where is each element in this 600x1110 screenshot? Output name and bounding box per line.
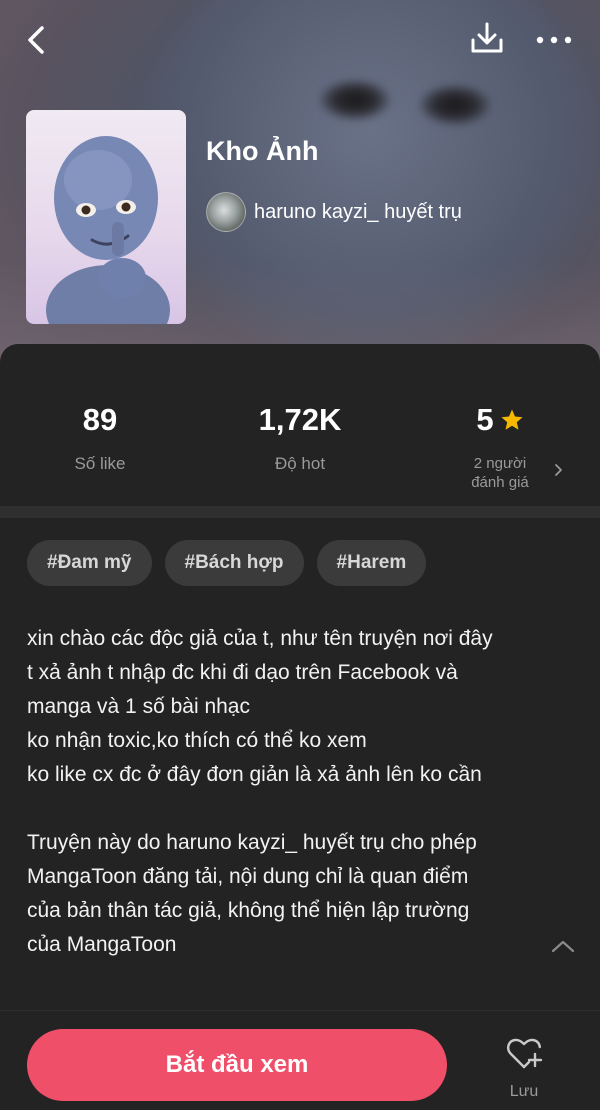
tag-list: #Đam mỹ #Bách hợp #Harem [27,540,427,586]
chevron-right-icon [555,464,562,476]
likes-stat: 89 Số like [0,344,200,506]
download-button[interactable] [468,20,506,58]
tag-chip[interactable]: #Đam mỹ [27,540,152,586]
likes-label: Số like [74,454,126,473]
author-name: haruno kayzi_ huyết trụ [254,200,462,223]
chevron-up-icon [551,940,575,953]
top-bar [0,0,600,80]
description-text: xin chào các độc giả của t, như tên truy… [27,627,493,956]
info-panel: 89 Số like 1,72K Độ hot 5 2 người đánh g… [0,344,600,1110]
more-dots-icon [536,36,572,44]
rating-count-line2: đánh giá [471,474,529,491]
bottom-action-bar: Bắt đầu xem Lưu [0,1010,600,1110]
cover-illustration [46,136,170,324]
tag-chip[interactable]: #Bách hợp [164,540,304,586]
rating-count-line1: 2 người [473,455,527,472]
download-icon [471,22,503,53]
hot-stat: 1,72K Độ hot [200,344,400,506]
start-reading-button[interactable]: Bắt đầu xem [27,1029,447,1101]
save-button[interactable]: Lưu [494,1033,554,1105]
author-avatar [206,192,246,232]
section-divider [0,506,600,518]
rating-value: 5 [476,402,494,437]
comic-title: Kho Ảnh [206,136,319,166]
author-link[interactable]: haruno kayzi_ huyết trụ [206,192,462,232]
back-chevron-icon [28,26,44,54]
star-icon [501,409,523,430]
stats-row: 89 Số like 1,72K Độ hot 5 2 người đánh g… [0,344,600,506]
hot-count: 1,72K [258,402,342,437]
rating-stat[interactable]: 5 2 người đánh giá [400,344,600,506]
collapse-description-button[interactable] [548,934,578,958]
likes-count: 89 [82,402,118,437]
more-options-button[interactable] [534,22,574,58]
tag-chip[interactable]: #Harem [316,540,427,586]
heart-plus-icon [507,1038,543,1069]
hot-label: Độ hot [274,454,326,473]
back-button[interactable] [22,22,54,58]
save-label: Lưu [509,1083,539,1100]
cover-image[interactable] [26,110,186,324]
